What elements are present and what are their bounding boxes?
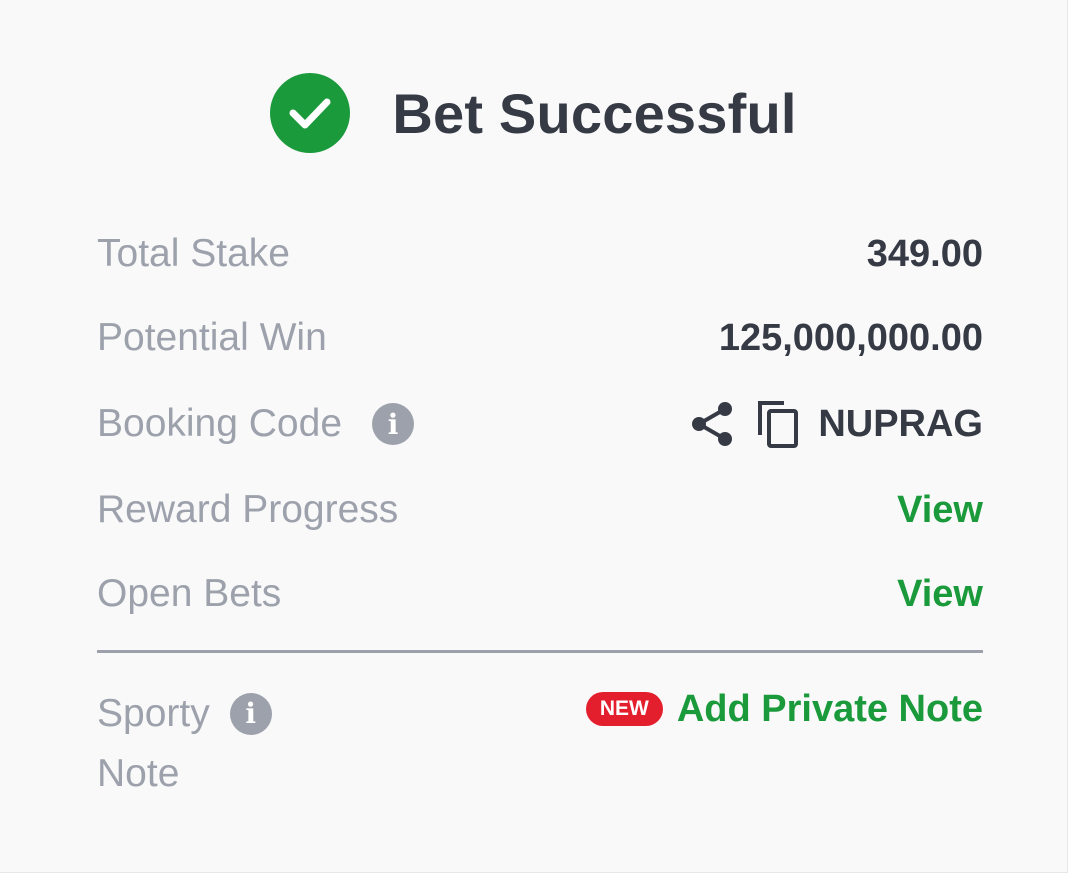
info-icon[interactable]: i [229, 693, 272, 735]
header: Bet Successful [0, 70, 1067, 156]
total-stake-row: Total Stake 349.00 [97, 228, 983, 280]
check-circle-icon [270, 73, 351, 153]
reward-progress-row: Reward Progress View [97, 484, 983, 536]
info-icon[interactable]: i [372, 403, 415, 445]
page-title: Bet Successful [392, 81, 797, 145]
open-bets-row: Open Bets View [97, 568, 983, 620]
add-private-note-link[interactable]: Add Private Note [677, 688, 983, 731]
new-badge: NEW [585, 692, 663, 726]
total-stake-label: Total Stake [97, 232, 290, 275]
open-bets-view-link[interactable]: View [897, 573, 983, 616]
sporty-note-label-line1: Sporty [97, 692, 210, 735]
open-bets-label: Open Bets [97, 572, 282, 615]
potential-win-value: 125,000,000.00 [718, 316, 983, 359]
booking-code-row: Booking Code i NUPRAG [97, 396, 983, 452]
booking-code-value[interactable]: NUPRAG [818, 403, 983, 446]
total-stake-value: 349.00 [866, 232, 983, 275]
sporty-note-row: Sporty i Note NEW Add Private Note [97, 684, 983, 804]
potential-win-label: Potential Win [97, 316, 327, 359]
booking-code-label: Booking Code [97, 402, 343, 445]
share-icon[interactable] [690, 401, 734, 447]
copy-icon[interactable] [756, 399, 800, 449]
booking-code-value-group: NUPRAG [690, 399, 983, 449]
reward-progress-view-link[interactable]: View [897, 489, 983, 532]
booking-code-label-group: Booking Code i [97, 402, 415, 446]
add-private-note-button[interactable]: NEW Add Private Note [585, 684, 983, 734]
sporty-note-label: Sporty i Note [97, 684, 272, 804]
divider [97, 650, 983, 653]
potential-win-row: Potential Win 125,000,000.00 [97, 312, 983, 364]
sporty-note-label-line2: Note [97, 752, 180, 795]
bet-success-card: Bet Successful Total Stake 349.00 Potent… [0, 0, 1068, 873]
reward-progress-label: Reward Progress [97, 488, 399, 531]
